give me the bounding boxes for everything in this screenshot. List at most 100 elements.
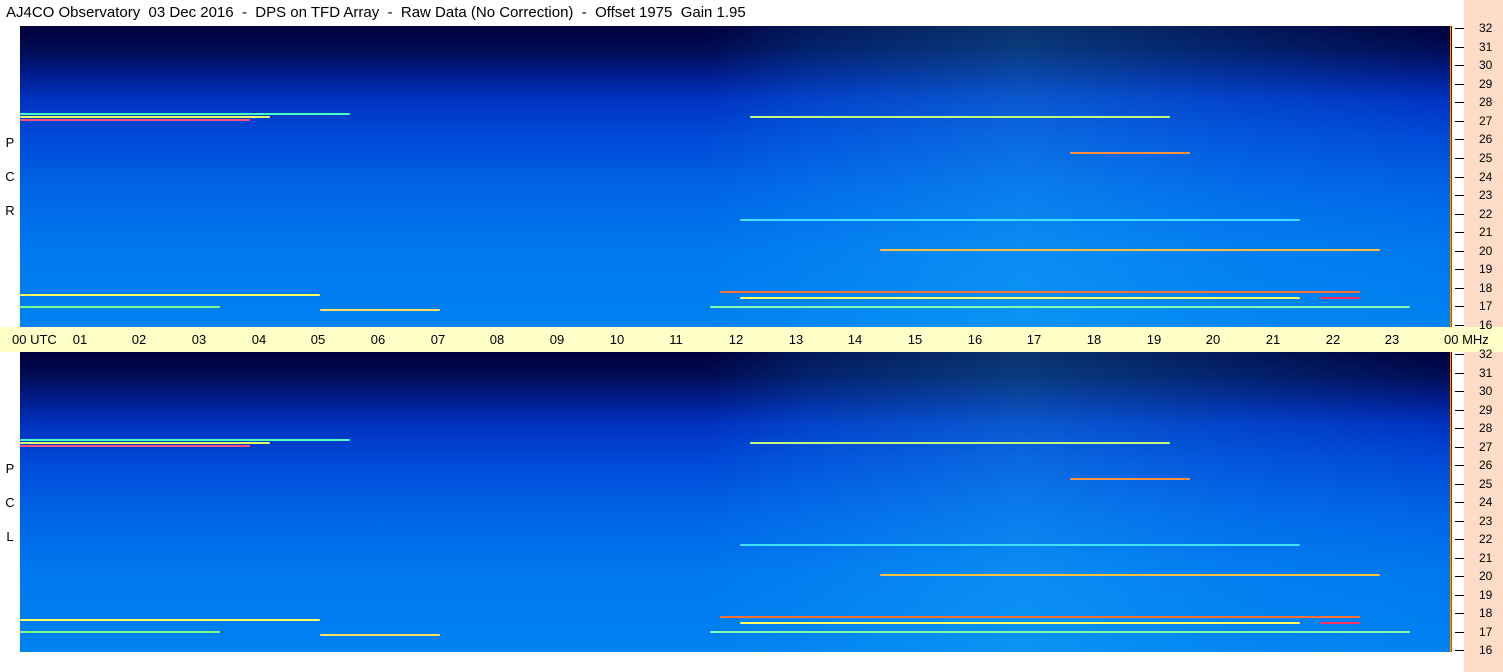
top-frequency-label: 18 xyxy=(1479,281,1493,295)
time-label: 04 xyxy=(251,332,267,347)
bottom-frequency-label: 28 xyxy=(1479,421,1493,435)
top-frequency-tick xyxy=(1455,269,1464,270)
spectral-streak xyxy=(20,442,270,444)
top-frequency-label: 22 xyxy=(1479,207,1493,221)
spectral-streak xyxy=(880,574,1380,576)
time-label: 06 xyxy=(370,332,386,347)
spectral-streak xyxy=(720,291,1360,293)
spectral-streak xyxy=(750,116,1170,118)
top-frequency-tick xyxy=(1455,65,1464,66)
time-label: 12 xyxy=(728,332,744,347)
spectral-streak xyxy=(20,113,350,115)
top-frequency-label: 26 xyxy=(1479,132,1493,146)
top-frequency-label: 24 xyxy=(1479,170,1493,184)
time-label: 09 xyxy=(549,332,565,347)
time-label: 21 xyxy=(1265,332,1281,347)
time-label: 22 xyxy=(1325,332,1341,347)
bottom-frequency-label: 25 xyxy=(1479,477,1493,491)
bottom-frequency-label: 20 xyxy=(1479,569,1493,583)
bottom-frequency-label: 23 xyxy=(1479,514,1493,528)
top-frequency-label: 21 xyxy=(1479,225,1493,239)
bottom-frequency-label: 30 xyxy=(1479,384,1493,398)
bottom-frequency-tick xyxy=(1455,373,1464,374)
bottom-frequency-tick xyxy=(1455,428,1464,429)
top-frequency-label: 20 xyxy=(1479,244,1493,258)
bottom-pol-letter-3: L xyxy=(6,529,14,544)
bottom-frequency-label: 22 xyxy=(1479,532,1493,546)
bottom-frequency-tick xyxy=(1455,521,1464,522)
time-label: 15 xyxy=(907,332,923,347)
top-frequency-tick xyxy=(1455,177,1464,178)
bottom-frequency-label: 18 xyxy=(1479,606,1493,620)
time-label: 00 MHz xyxy=(1444,332,1489,347)
bottom-frequency-label: 19 xyxy=(1479,588,1493,602)
time-label: 23 xyxy=(1384,332,1400,347)
spectral-streak xyxy=(720,616,1360,618)
bottom-frequency-label: 27 xyxy=(1479,440,1493,454)
time-label: 10 xyxy=(609,332,625,347)
bottom-frequency-tick xyxy=(1455,595,1464,596)
bottom-pol-letter-2: C xyxy=(5,495,15,510)
utc-time-axis: 00 UTC 01 02 03 04 05 06 07 08 09 10 11 12 13 14 15 16 17… xyxy=(0,327,1503,352)
bottom-frequency-tick xyxy=(1455,354,1464,355)
time-label: 16 xyxy=(967,332,983,347)
spectral-streak xyxy=(20,445,250,447)
spectral-streak xyxy=(740,622,1300,624)
top-pol-letter-3: R xyxy=(5,203,15,218)
bottom-frequency-tick xyxy=(1455,650,1464,651)
time-label: 19 xyxy=(1146,332,1162,347)
top-pol-letter-2: C xyxy=(5,169,15,184)
time-label: 17 xyxy=(1026,332,1042,347)
bottom-frequency-label: 26 xyxy=(1479,458,1493,472)
top-frequency-tick xyxy=(1455,28,1464,29)
bottom-polarization-strip: P C L xyxy=(0,352,20,652)
bottom-frequency-label: 21 xyxy=(1479,551,1493,565)
spectral-streak xyxy=(320,634,440,636)
bottom-frequency-tick xyxy=(1455,632,1464,633)
bottom-frequency-axis xyxy=(1464,352,1503,672)
spectrogram-title: AJ4CO Observatory 03 Dec 2016 - DPS on T… xyxy=(6,4,746,21)
bottom-frequency-tick xyxy=(1455,502,1464,503)
time-label: 18 xyxy=(1086,332,1102,347)
time-label: 05 xyxy=(310,332,326,347)
time-label: 13 xyxy=(788,332,804,347)
top-cursor-line xyxy=(1450,26,1451,327)
top-frequency-label: 31 xyxy=(1479,40,1493,54)
time-label: 11 xyxy=(669,332,683,347)
bottom-frequency-tick xyxy=(1455,465,1464,466)
bottom-frequency-tick xyxy=(1455,613,1464,614)
time-label: 14 xyxy=(847,332,863,347)
time-label: 00 UTC xyxy=(12,332,57,347)
bottom-frequency-label: 32 xyxy=(1479,347,1493,361)
spectral-streak xyxy=(740,544,1300,546)
spectral-streak xyxy=(20,619,320,621)
time-label: 01 xyxy=(72,332,88,347)
top-frequency-label: 27 xyxy=(1479,114,1493,128)
top-frequency-tick xyxy=(1455,232,1464,233)
bottom-frequency-label: 16 xyxy=(1479,643,1493,657)
top-frequency-label: 29 xyxy=(1479,77,1493,91)
top-frequency-tick xyxy=(1455,214,1464,215)
bottom-frequency-label: 17 xyxy=(1479,625,1493,639)
rcp-spectrogram-panel xyxy=(20,26,1452,327)
bottom-frequency-tick xyxy=(1455,558,1464,559)
bottom-frequency-tick xyxy=(1455,576,1464,577)
spectral-streak xyxy=(20,116,270,118)
time-label: 02 xyxy=(131,332,147,347)
lcp-spectrogram-panel xyxy=(20,352,1452,652)
bottom-frequency-tick xyxy=(1455,539,1464,540)
bottom-frequency-label: 31 xyxy=(1479,366,1493,380)
bottom-frequency-tick xyxy=(1455,447,1464,448)
spectral-streak xyxy=(320,309,440,311)
top-frequency-label: 17 xyxy=(1479,299,1493,313)
top-frequency-tick xyxy=(1455,195,1464,196)
top-frequency-label: 23 xyxy=(1479,188,1493,202)
top-frequency-tick xyxy=(1455,306,1464,307)
top-frequency-label: 16 xyxy=(1479,318,1493,332)
spectral-streak xyxy=(1070,152,1190,154)
spectral-streak xyxy=(20,439,350,441)
bottom-frequency-tick xyxy=(1455,484,1464,485)
time-label: 03 xyxy=(191,332,207,347)
top-polarization-strip: P C R xyxy=(0,26,20,327)
bottom-pol-letter-1: P xyxy=(5,461,15,476)
